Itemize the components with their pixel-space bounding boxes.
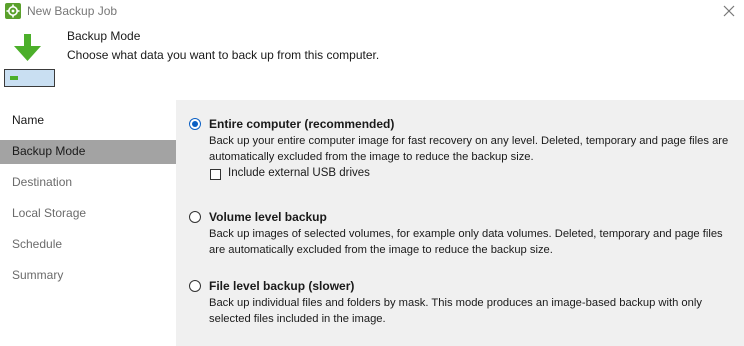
page-subtitle: Choose what data you want to back up fro… (67, 48, 380, 62)
backup-drive-icon (4, 34, 56, 90)
sidebar-item-label: Destination (12, 175, 73, 189)
sidebar-item-schedule[interactable]: Schedule (0, 233, 176, 257)
file-level-title[interactable]: File level backup (slower) (209, 279, 354, 293)
volume-level-description: Back up images of selected volumes, for … (209, 228, 723, 256)
title-bar: New Backup Job (0, 0, 744, 24)
sidebar-item-label: Local Storage (12, 206, 87, 220)
sidebar-item-label: Summary (12, 268, 64, 282)
include-usb-checkbox[interactable] (210, 169, 221, 180)
sidebar-item-summary[interactable]: Summary (0, 264, 176, 288)
volume-level-title[interactable]: Volume level backup (209, 210, 327, 224)
backup-mode-panel: Entire computer (recommended) Back up yo… (176, 100, 744, 346)
wizard-steps-sidebar: Name Backup Mode Destination Local Stora… (0, 100, 176, 346)
sidebar-item-label: Schedule (12, 237, 63, 251)
close-icon (723, 5, 735, 17)
close-button[interactable] (714, 0, 744, 24)
file-level-description: Back up individual files and folders by … (209, 297, 702, 325)
wizard-header: Backup Mode Choose what data you want to… (0, 24, 744, 96)
include-usb-label[interactable]: Include external USB drives (228, 167, 370, 179)
sidebar-item-label: Name (12, 113, 45, 127)
sidebar-item-label: Backup Mode (12, 144, 86, 158)
page-title: Backup Mode (67, 29, 141, 43)
sidebar-item-destination[interactable]: Destination (0, 171, 176, 195)
file-level-radio[interactable] (189, 280, 201, 292)
entire-computer-title[interactable]: Entire computer (recommended) (209, 117, 394, 131)
sidebar-item-local-storage[interactable]: Local Storage (0, 202, 176, 226)
veeam-app-icon (5, 3, 21, 19)
sidebar-item-name[interactable]: Name (0, 109, 176, 133)
window-title: New Backup Job (27, 4, 118, 18)
entire-computer-radio[interactable] (189, 118, 201, 130)
sidebar-item-backup-mode[interactable]: Backup Mode (0, 140, 176, 164)
volume-level-radio[interactable] (189, 211, 201, 223)
entire-computer-description: Back up your entire computer image for f… (209, 135, 729, 163)
